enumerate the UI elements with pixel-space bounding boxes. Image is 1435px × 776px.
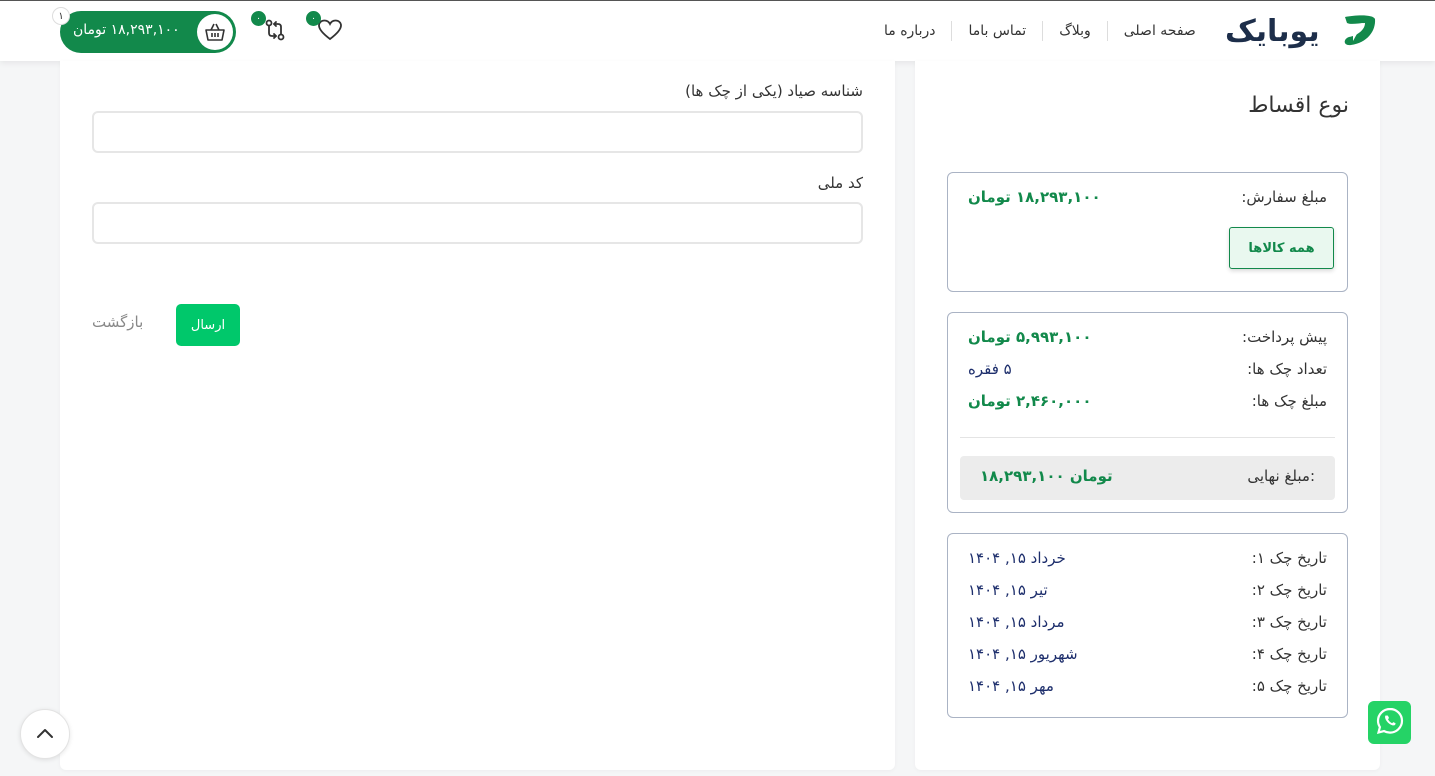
check-date-label: تاریخ چک ۳:	[1251, 613, 1327, 631]
payment-breakdown-box: پیش پرداخت: ۵,۹۹۳,۱۰۰ تومان تعداد چک ها:…	[947, 312, 1348, 513]
scroll-top-button[interactable]	[20, 709, 70, 759]
wishlist-button[interactable]: ۰	[306, 11, 343, 45]
basket-icon	[197, 14, 233, 50]
national-code-label: کد ملی	[817, 174, 863, 192]
all-items-button[interactable]: همه کالاها	[1229, 227, 1334, 269]
order-amount-label: مبلغ سفارش:	[1241, 188, 1327, 206]
checks-count-value: ۵ فقره	[968, 360, 1012, 378]
checks-amount-row: مبلغ چک ها: ۲,۴۶۰,۰۰۰ تومان	[968, 392, 1327, 416]
main-nav: صفحه اصلی وبلاگ تماس باما درباره ما	[868, 19, 1204, 43]
national-code-input[interactable]	[92, 202, 863, 244]
nav-about[interactable]: درباره ما	[868, 21, 951, 41]
check-date-row: تاریخ چک ۱: خرداد ۱۵, ۱۴۰۴	[968, 549, 1327, 573]
cart-button[interactable]: ۱۸,۲۹۳,۱۰۰ تومان	[60, 11, 236, 53]
chevron-up-icon	[36, 725, 54, 743]
checks-count-label: تعداد چک ها:	[1247, 360, 1327, 378]
check-date-label: تاریخ چک ۴:	[1251, 645, 1327, 663]
sayad-id-input[interactable]	[92, 111, 863, 153]
installment-type-title: نوع اقساط	[1248, 93, 1349, 118]
check-date-value: شهریور ۱۵, ۱۴۰۴	[968, 645, 1078, 663]
check-date-row: تاریخ چک ۲: تیر ۱۵, ۱۴۰۴	[968, 581, 1327, 605]
heart-icon	[318, 19, 342, 45]
site-header: یوبایک صفحه اصلی وبلاگ تماس باما درباره …	[0, 0, 1435, 61]
check-date-label: تاریخ چک ۵:	[1251, 677, 1327, 695]
prepay-label: پیش پرداخت:	[1242, 328, 1327, 346]
nav-contact[interactable]: تماس باما	[951, 21, 1042, 41]
compare-button[interactable]: ۰	[251, 11, 288, 46]
checks-amount-value: ۲,۴۶۰,۰۰۰ تومان	[968, 392, 1092, 410]
check-date-row: تاریخ چک ۳: مرداد ۱۵, ۱۴۰۴	[968, 613, 1327, 637]
final-amount-value: ۱۸,۲۹۳,۱۰۰ تومان	[980, 467, 1113, 485]
check-date-value: خرداد ۱۵, ۱۴۰۴	[968, 549, 1066, 567]
logo-wordmark: یوبایک	[1225, 14, 1320, 49]
prepay-row: پیش پرداخت: ۵,۹۹۳,۱۰۰ تومان	[968, 328, 1327, 352]
check-dates-box: تاریخ چک ۱: خرداد ۱۵, ۱۴۰۴ تاریخ چک ۲: ت…	[947, 533, 1348, 718]
check-date-value: مهر ۱۵, ۱۴۰۴	[968, 677, 1054, 695]
cart-total: ۱۸,۲۹۳,۱۰۰ تومان	[73, 22, 180, 38]
compare-arrows-icon	[263, 18, 287, 46]
check-date-row: تاریخ چک ۴: شهریور ۱۵, ۱۴۰۴	[968, 645, 1327, 669]
nav-home[interactable]: صفحه اصلی	[1106, 21, 1204, 41]
order-amount-value: ۱۸,۲۹۳,۱۰۰ تومان	[968, 188, 1101, 206]
installment-summary-panel: نوع اقساط مبلغ سفارش: ۱۸,۲۹۳,۱۰۰ تومان ه…	[915, 61, 1380, 770]
summary-divider	[960, 437, 1335, 438]
check-date-value: مرداد ۱۵, ۱۴۰۴	[968, 613, 1065, 631]
check-date-row: تاریخ چک ۵: مهر ۱۵, ۱۴۰۴	[968, 677, 1327, 701]
check-form-panel: شناسه صیاد (یکی از چک ها) کد ملی ارسال ب…	[60, 61, 895, 770]
submit-button[interactable]: ارسال	[176, 304, 240, 346]
final-amount-label: مبلغ نهایی:	[1247, 467, 1315, 485]
check-date-value: تیر ۱۵, ۱۴۰۴	[968, 581, 1048, 599]
back-link[interactable]: بازگشت	[92, 313, 143, 331]
site-logo[interactable]: یوبایک	[1225, 11, 1377, 51]
compare-count-badge: ۰	[251, 11, 266, 26]
order-amount-box: مبلغ سفارش: ۱۸,۲۹۳,۱۰۰ تومان همه کالاها	[947, 172, 1348, 292]
cart-count-badge: ۱	[52, 7, 70, 25]
whatsapp-button[interactable]	[1368, 701, 1411, 744]
sayad-id-label: شناسه صیاد (یکی از چک ها)	[685, 82, 863, 100]
final-amount-row: مبلغ نهایی: ۱۸,۲۹۳,۱۰۰ تومان	[960, 456, 1335, 500]
checks-amount-label: مبلغ چک ها:	[1251, 392, 1327, 410]
whatsapp-icon	[1375, 706, 1405, 740]
check-date-label: تاریخ چک ۱:	[1251, 549, 1327, 567]
checks-count-row: تعداد چک ها: ۵ فقره	[968, 360, 1327, 384]
check-date-label: تاریخ چک ۲:	[1251, 581, 1327, 599]
wishlist-count-badge: ۰	[306, 11, 321, 26]
order-amount-row: مبلغ سفارش: ۱۸,۲۹۳,۱۰۰ تومان	[968, 188, 1327, 212]
prepay-value: ۵,۹۹۳,۱۰۰ تومان	[968, 328, 1092, 346]
nav-blog[interactable]: وبلاگ	[1042, 21, 1107, 41]
